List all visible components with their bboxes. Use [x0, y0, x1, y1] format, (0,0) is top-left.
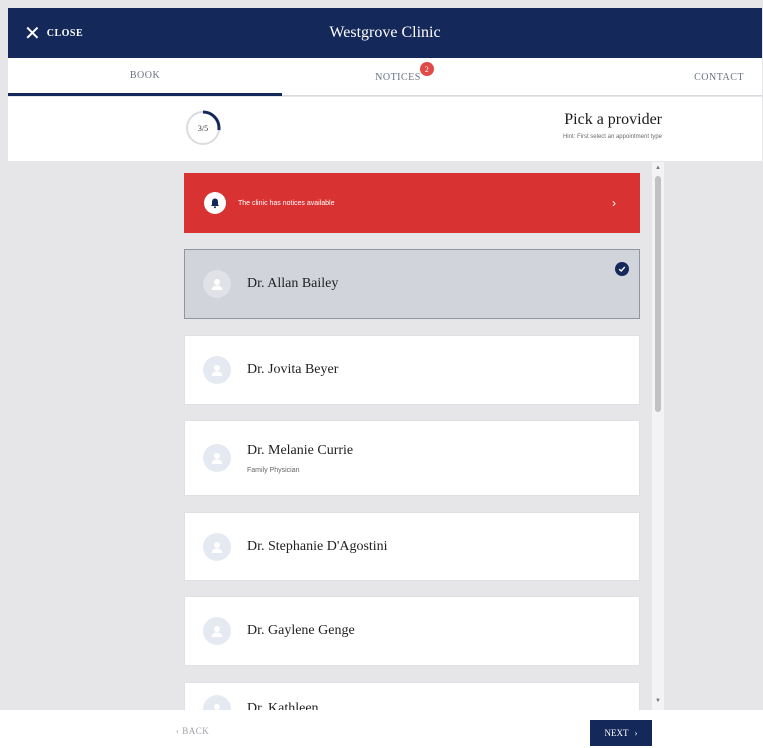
provider-card-5[interactable]: Dr. Kathleen ...: [184, 682, 640, 710]
step-header: 3/5 Pick a provider Hint: First select a…: [8, 97, 762, 161]
avatar-icon: [203, 270, 231, 298]
top-bar: ✕ CLOSE Westgrove Clinic: [8, 8, 762, 58]
scroll-down-arrow-icon[interactable]: ▼: [655, 698, 661, 704]
avatar-icon: [203, 444, 231, 472]
scroll-up-arrow-icon[interactable]: ▲: [655, 165, 661, 171]
tab-contact[interactable]: CONTACT: [674, 58, 744, 96]
tab-notices-label: NOTICES: [375, 71, 421, 83]
clinic-notice-banner[interactable]: The clinic has notices available ›: [184, 173, 640, 233]
tab-notices[interactable]: NOTICES 2: [358, 58, 438, 96]
provider-name: Dr. Kathleen ...: [247, 701, 333, 710]
check-icon: [615, 262, 629, 276]
provider-card-0[interactable]: Dr. Allan Bailey: [184, 249, 640, 319]
step-title: Pick a provider: [564, 111, 662, 128]
provider-card-2[interactable]: Dr. Melanie Currie Family Physician: [184, 420, 640, 496]
scrollbar-thumb[interactable]: [655, 176, 661, 412]
provider-list: The clinic has notices available › Dr. A…: [8, 162, 762, 710]
provider-name: Dr. Stephanie D'Agostini: [247, 538, 388, 554]
back-button[interactable]: ‹ BACK: [176, 726, 209, 736]
avatar-icon: [203, 356, 231, 384]
tab-book[interactable]: BOOK: [8, 58, 282, 96]
provider-card-1[interactable]: Dr. Jovita Beyer: [184, 335, 640, 405]
footer-nav: ‹ BACK NEXT ›: [0, 710, 763, 748]
tab-bar: BOOK NOTICES 2 CONTACT: [8, 58, 762, 96]
provider-card-3[interactable]: Dr. Stephanie D'Agostini: [184, 512, 640, 581]
notice-text: The clinic has notices available: [238, 199, 335, 207]
bell-icon: [204, 192, 226, 214]
next-button[interactable]: NEXT ›: [590, 720, 652, 746]
notices-count-badge: 2: [420, 62, 434, 76]
avatar-icon: [203, 532, 231, 561]
step-indicator: 3/5: [197, 123, 209, 133]
chevron-right-icon: ›: [634, 728, 638, 738]
avatar-icon: [203, 695, 231, 710]
step-hint: Hint: First select an appointment type: [562, 134, 662, 140]
next-label: NEXT: [604, 728, 629, 738]
provider-name: Dr. Allan Bailey: [247, 276, 339, 291]
page-title: Westgrove Clinic: [329, 24, 441, 41]
tab-book-label: BOOK: [129, 70, 161, 81]
provider-specialty: Family Physician: [247, 466, 300, 474]
chevron-right-icon: ›: [612, 196, 616, 210]
provider-name: Dr. Jovita Beyer: [247, 362, 339, 377]
provider-name: Dr. Gaylene Genge: [247, 623, 355, 638]
provider-card-4[interactable]: Dr. Gaylene Genge: [184, 596, 640, 666]
provider-name: Dr. Melanie Currie: [247, 442, 354, 458]
tab-contact-label: CONTACT: [694, 71, 744, 83]
avatar-icon: [203, 617, 231, 645]
